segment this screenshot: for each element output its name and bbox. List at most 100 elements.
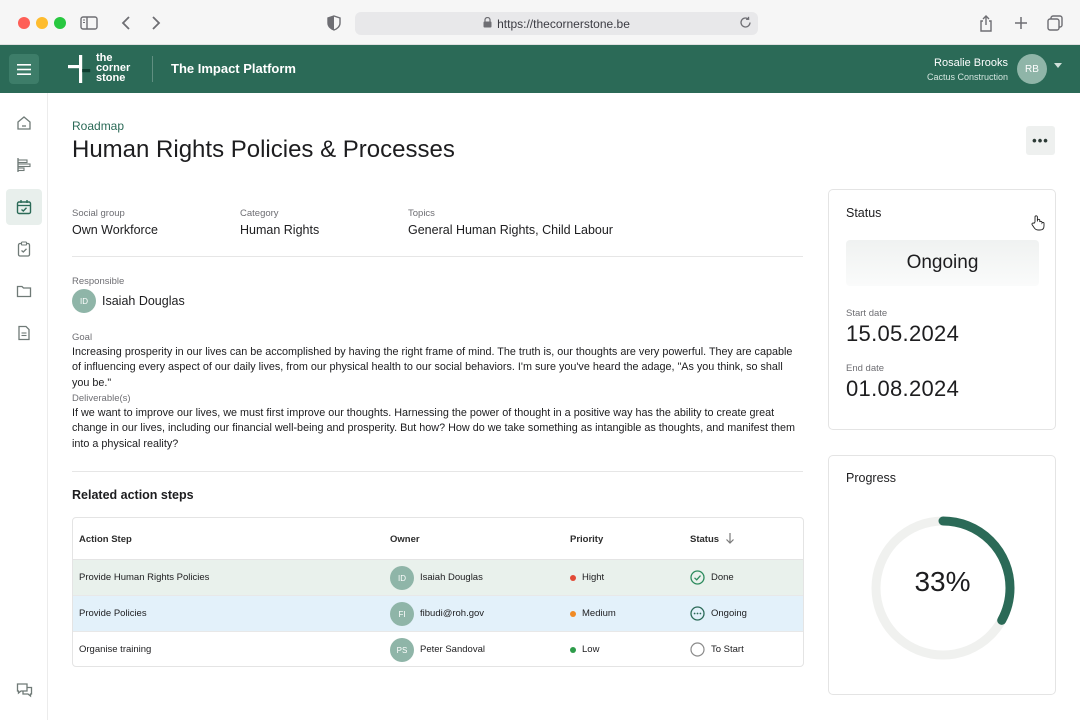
menu-button[interactable] xyxy=(9,54,39,84)
minimize-window-button[interactable] xyxy=(36,17,48,29)
action-step-name[interactable]: Provide Policies xyxy=(79,608,147,619)
clipboard-check-icon xyxy=(17,241,31,257)
column-header-owner[interactable]: Owner xyxy=(390,534,420,545)
status-card-title: Status xyxy=(846,206,882,220)
check-circle-icon xyxy=(690,570,705,585)
more-options-button[interactable]: ••• xyxy=(1026,126,1055,155)
end-date-value: 01.08.2024 xyxy=(846,376,960,401)
document-icon xyxy=(18,325,30,341)
lock-icon xyxy=(483,16,492,31)
goal-text: Increasing prosperity in our lives can b… xyxy=(72,346,793,389)
new-tab-icon[interactable] xyxy=(1011,13,1031,33)
table-row[interactable]: Provide Human Rights Policies ID Isaiah … xyxy=(73,560,803,596)
sort-arrow-down-icon[interactable] xyxy=(725,532,735,544)
user-name[interactable]: Rosalie Brooks xyxy=(934,57,1008,69)
user-avatar[interactable]: RB xyxy=(1017,54,1047,84)
share-icon[interactable] xyxy=(976,13,996,33)
sidebar-toggle-icon[interactable] xyxy=(79,13,99,33)
priority-value: Medium xyxy=(582,608,616,619)
app-header: the corner stone The Impact Platform Ros… xyxy=(0,45,1080,93)
platform-title: The Impact Platform xyxy=(171,61,296,76)
column-header-status[interactable]: Status xyxy=(690,534,719,545)
user-company: Cactus Construction xyxy=(926,72,1008,82)
logo-wordmark: the corner stone xyxy=(96,52,131,84)
status-pill[interactable]: Ongoing xyxy=(846,240,1039,286)
empty-circle-icon xyxy=(690,642,705,657)
priority-value: Hight xyxy=(582,572,605,583)
owner-avatar: PS xyxy=(390,638,414,662)
social-group-value: Own Workforce xyxy=(72,223,158,237)
sidebar-item-roadmap[interactable] xyxy=(6,147,42,183)
roadmap-icon xyxy=(17,158,31,172)
maximize-window-button[interactable] xyxy=(54,17,66,29)
status-value: To Start xyxy=(711,644,744,655)
sidebar-item-home[interactable] xyxy=(6,105,42,141)
table-row[interactable]: Organise training PS Peter Sandoval Low … xyxy=(73,632,803,666)
action-step-name[interactable]: Provide Human Rights Policies xyxy=(79,572,209,583)
priority-value: Low xyxy=(582,644,600,655)
status-card: Status Ongoing Start date 15.05.2024 End… xyxy=(828,189,1056,430)
address-bar[interactable]: https://thecornerstone.be xyxy=(355,12,758,35)
chat-icon xyxy=(16,683,32,698)
topics-value: General Human Rights, Child Labour xyxy=(408,223,613,237)
url-text: https://thecornerstone.be xyxy=(497,16,630,31)
progress-card-title: Progress xyxy=(846,471,897,485)
table-row[interactable]: Provide Policies FI fibudi@roh.gov Mediu… xyxy=(73,596,803,632)
progress-value: 33% xyxy=(914,566,971,597)
hand-cursor-icon xyxy=(1031,215,1045,231)
tabs-overview-icon[interactable] xyxy=(1045,13,1065,33)
table-header: Action Step Owner Priority Status xyxy=(73,518,803,560)
owner-avatar: ID xyxy=(390,566,414,590)
action-steps-title: Related action steps xyxy=(72,488,194,502)
start-date-label: Start date xyxy=(846,308,888,319)
sidebar-item-action-plans[interactable] xyxy=(6,189,42,225)
category-value: Human Rights xyxy=(240,223,320,237)
deliverables-text: If we want to improve our lives, we must… xyxy=(72,407,796,450)
chevron-down-icon[interactable] xyxy=(1054,63,1062,68)
breadcrumb[interactable]: Roadmap xyxy=(72,119,124,133)
column-header-priority[interactable]: Priority xyxy=(570,534,603,545)
browser-toolbar: https://thecornerstone.be xyxy=(0,0,1080,45)
owner-name: Peter Sandoval xyxy=(420,644,485,655)
action-step-name[interactable]: Organise training xyxy=(79,644,151,655)
calendar-check-icon xyxy=(16,200,32,215)
sidebar-item-files[interactable] xyxy=(6,273,42,309)
home-icon xyxy=(17,116,31,130)
forward-icon[interactable] xyxy=(146,13,166,33)
goal-label: Goal xyxy=(72,332,93,343)
priority-dot xyxy=(570,647,576,653)
hamburger-icon xyxy=(17,63,31,75)
end-date-label: End date xyxy=(846,363,885,374)
sidebar-item-tasks[interactable] xyxy=(6,231,42,267)
close-window-button[interactable] xyxy=(18,17,30,29)
topics-label: Topics xyxy=(408,208,435,219)
column-header-action-step[interactable]: Action Step xyxy=(79,534,132,545)
start-date-value: 15.05.2024 xyxy=(846,321,960,346)
sidebar-item-reports[interactable] xyxy=(6,315,42,351)
ongoing-circle-icon xyxy=(690,606,705,621)
priority-dot xyxy=(570,575,576,581)
divider xyxy=(72,256,803,257)
responsible-name: Isaiah Douglas xyxy=(102,294,185,308)
sidebar xyxy=(0,93,48,720)
page-title: Human Rights Policies & Processes xyxy=(72,136,455,163)
deliverables-label: Deliverable(s) xyxy=(72,393,131,404)
progress-card: Progress 33% xyxy=(828,455,1056,695)
responsible-avatar: ID xyxy=(72,289,96,313)
owner-name: Isaiah Douglas xyxy=(420,572,483,583)
status-value: Ongoing xyxy=(711,608,747,619)
back-icon[interactable] xyxy=(116,13,136,33)
responsible-label: Responsible xyxy=(72,276,125,287)
shield-icon[interactable] xyxy=(324,13,344,33)
reload-icon[interactable] xyxy=(739,16,752,32)
priority-dot xyxy=(570,611,576,617)
sidebar-item-chat[interactable] xyxy=(6,672,42,708)
folder-icon xyxy=(16,285,32,298)
header-divider xyxy=(152,56,153,82)
logo-mark-icon xyxy=(68,55,91,83)
social-group-label: Social group xyxy=(72,208,125,219)
owner-avatar: FI xyxy=(390,602,414,626)
action-steps-table: Action Step Owner Priority Status Provid… xyxy=(72,517,804,667)
divider xyxy=(72,471,803,472)
category-label: Category xyxy=(240,208,279,219)
